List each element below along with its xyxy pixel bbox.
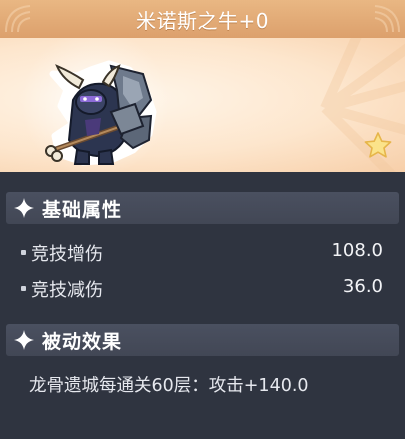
item-title: 米诺斯之牛+0 bbox=[136, 9, 269, 33]
stat-row: 竞技增伤 108.0 bbox=[0, 238, 405, 268]
title-bar: 米诺斯之牛+0 bbox=[0, 0, 405, 39]
basic-attributes-header: 基础属性 bbox=[6, 192, 399, 224]
sparkle-icon bbox=[14, 330, 34, 350]
equipment-detail-card: 米诺斯之牛+0 基础属性 竞技增伤 108.0 竞技减伤 36.0 被动效果 龙… bbox=[0, 0, 405, 439]
star-icon bbox=[364, 132, 392, 158]
ornament-icon bbox=[374, 5, 400, 33]
stat-row: 竞技减伤 36.0 bbox=[0, 274, 405, 304]
section-title: 基础属性 bbox=[42, 199, 123, 221]
sparkle-icon bbox=[14, 198, 34, 218]
stat-value: 108.0 bbox=[331, 240, 383, 261]
bullet-icon bbox=[21, 250, 26, 255]
stat-label: 竞技增伤 bbox=[31, 244, 103, 265]
passive-effect-header: 被动效果 bbox=[6, 324, 399, 356]
item-banner bbox=[0, 38, 405, 172]
stat-value: 36.0 bbox=[342, 276, 383, 297]
stat-label: 竞技减伤 bbox=[31, 280, 103, 301]
bullet-icon bbox=[21, 286, 26, 291]
section-title: 被动效果 bbox=[42, 331, 123, 353]
minotaur-bull-icon bbox=[45, 60, 157, 166]
passive-effect-text: 龙骨遗城每通关60层：攻击+140.0 bbox=[29, 376, 309, 396]
